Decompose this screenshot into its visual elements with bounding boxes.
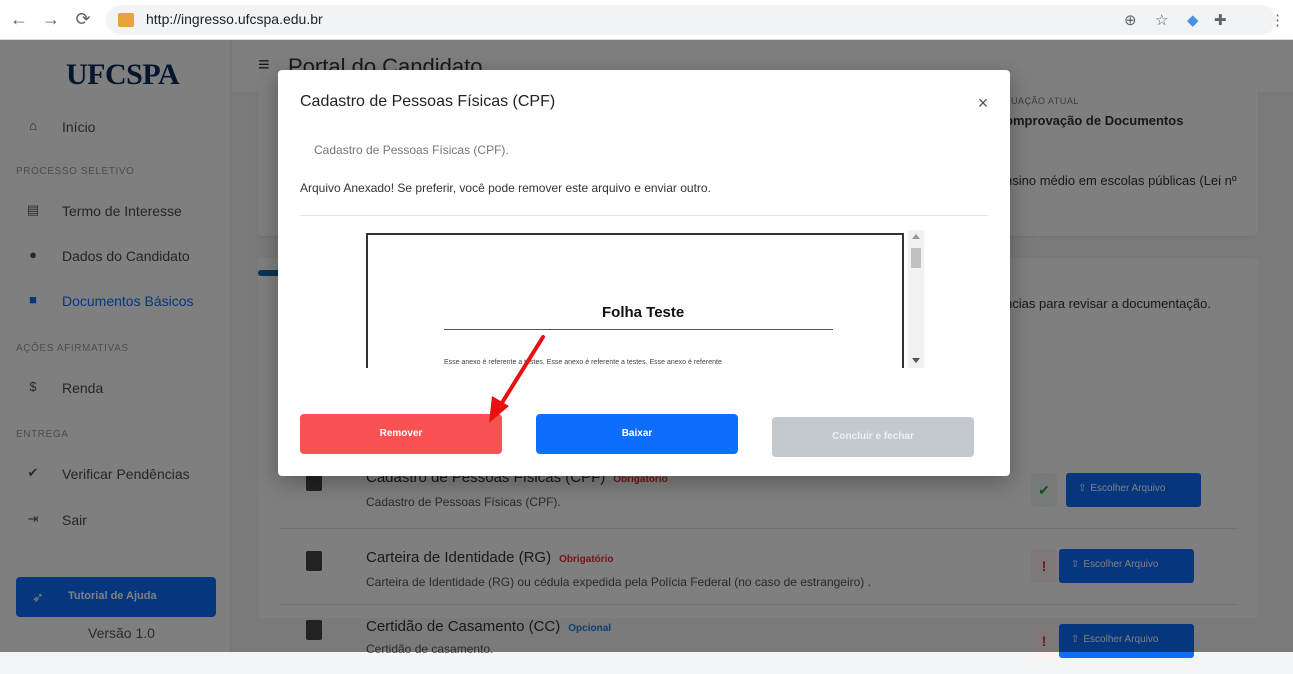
annotation-arrow-icon (489, 335, 545, 423)
